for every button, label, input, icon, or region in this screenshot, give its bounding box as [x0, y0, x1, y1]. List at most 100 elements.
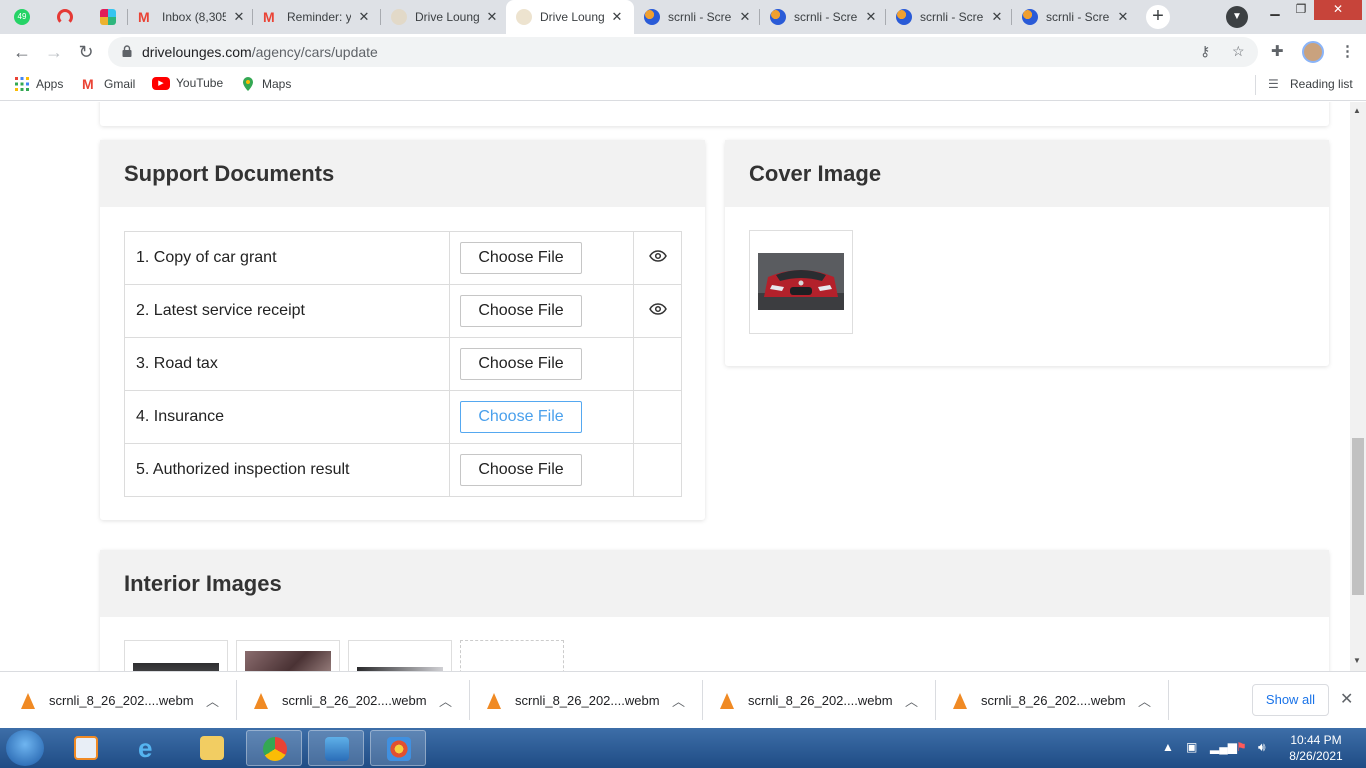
internet-explorer-icon: e — [138, 733, 153, 763]
back-button[interactable]: ← — [10, 40, 34, 64]
close-icon[interactable]: ✕ — [1340, 689, 1353, 709]
interior-images-card: Interior Images — [100, 550, 1329, 671]
new-tab-button[interactable]: + — [1146, 5, 1170, 29]
scroll-up-icon[interactable]: ▲ — [1353, 106, 1361, 115]
chevron-up-icon[interactable]: ︿ — [1138, 691, 1151, 710]
reading-list-icon: ☰ — [1268, 77, 1279, 91]
cover-image-card: Cover Image — [725, 140, 1329, 366]
scroll-down-icon[interactable]: ▼ — [1353, 656, 1361, 665]
document-label: 1. Copy of car grant — [124, 231, 450, 285]
tab-scrnli-3[interactable]: scrnli - Scre ✕ — [886, 0, 1011, 34]
download-item[interactable]: scrnli_8_26_202....webm ︿ — [0, 672, 233, 729]
choose-file-button[interactable]: Choose File — [460, 401, 582, 433]
taskbar-clock[interactable]: 10:44 PM 8/26/2021 — [1282, 732, 1350, 764]
minimize-button[interactable]: ▁ — [1262, 0, 1288, 20]
bookmark-youtube[interactable]: ▶ YouTube — [152, 76, 223, 90]
network-icon[interactable]: ▂▄▆ — [1210, 740, 1237, 754]
taskbar-chart-app[interactable] — [308, 730, 364, 766]
support-documents-card: Support Documents 1. Copy of car grant C… — [100, 140, 705, 520]
tab-scrnli-4[interactable]: scrnli - Scre ✕ — [1012, 0, 1137, 34]
key-icon[interactable]: ⚷ — [1200, 43, 1210, 60]
tab-scrnli-1[interactable]: scrnli - Scre ✕ — [634, 0, 759, 34]
tab-search-icon[interactable]: ▼ — [1226, 6, 1248, 28]
previous-card — [100, 102, 1329, 126]
tab-pinned-2[interactable] — [43, 0, 85, 34]
taskbar-file-explorer[interactable] — [184, 730, 240, 766]
start-button[interactable] — [6, 730, 44, 766]
maximize-button[interactable]: ❐ — [1288, 0, 1314, 20]
drive-lounges-icon — [391, 9, 407, 25]
forward-button[interactable]: → — [42, 40, 66, 64]
table-row: 5. Authorized inspection result Choose F… — [124, 443, 682, 497]
tab-reminder[interactable]: M Reminder: y ✕ — [253, 0, 379, 34]
tab-whatsapp[interactable]: 49 — [0, 0, 42, 34]
page-scrollbar[interactable]: ▲ ▼ — [1350, 102, 1366, 671]
close-icon[interactable]: ✕ — [738, 9, 752, 25]
windows-taskbar: e ▲ ▣ ▂▄▆ ⚑ 🔊︎ 10:44 PM 8/26/2021 — [0, 728, 1366, 768]
lock-icon — [122, 45, 132, 57]
taskbar-media-player[interactable] — [58, 730, 114, 766]
tab-drive-lounges-active[interactable]: Drive Loung ✕ — [506, 0, 634, 34]
interior-image-thumbnail[interactable] — [236, 640, 340, 671]
choose-file-button[interactable]: Choose File — [460, 454, 582, 486]
download-filename: scrnli_8_26_202....webm — [515, 693, 660, 708]
tab-inbox[interactable]: M Inbox (8,305 ✕ — [128, 0, 252, 34]
window-close-button[interactable]: ✕ — [1314, 0, 1362, 20]
bookmark-apps[interactable]: Apps — [14, 76, 63, 92]
eye-icon[interactable] — [648, 250, 667, 262]
choose-file-button[interactable]: Choose File — [460, 348, 582, 380]
interior-image-thumbnail[interactable] — [348, 640, 452, 671]
show-hidden-icons[interactable]: ▲ — [1162, 740, 1174, 754]
address-bar[interactable]: drivelounges.com/agency/cars/update ⚷ ☆ — [108, 37, 1258, 67]
flag-icon[interactable]: ⚑ — [1236, 740, 1247, 754]
bookmark-maps[interactable]: Maps — [240, 76, 291, 92]
tab-drive-lounges-1[interactable]: Drive Loung ✕ — [381, 0, 506, 34]
tab-title: Inbox (8,305 — [162, 10, 226, 24]
scroll-thumb[interactable] — [1352, 438, 1364, 595]
scrnli-icon — [644, 9, 660, 25]
add-image-slot[interactable] — [460, 640, 564, 671]
eye-icon[interactable] — [648, 303, 667, 315]
empty-cell — [633, 443, 682, 497]
download-filename: scrnli_8_26_202....webm — [49, 693, 194, 708]
chevron-up-icon[interactable]: ︿ — [672, 691, 685, 710]
taskbar-internet-explorer[interactable]: e — [122, 730, 178, 766]
close-icon[interactable]: ✕ — [485, 9, 499, 25]
menu-icon[interactable]: ⋮ — [1340, 42, 1355, 60]
close-icon[interactable]: ✕ — [232, 9, 246, 25]
cover-image-thumbnail[interactable] — [749, 230, 853, 334]
interior-image-thumbnail[interactable] — [124, 640, 228, 671]
download-item[interactable]: scrnli_8_26_202....webm ︿ — [932, 672, 1165, 729]
star-icon[interactable]: ☆ — [1232, 43, 1245, 60]
chevron-up-icon[interactable]: ︿ — [439, 691, 452, 710]
choose-file-button[interactable]: Choose File — [460, 242, 582, 274]
close-icon[interactable]: ✕ — [610, 9, 624, 25]
bookmark-label: Gmail — [104, 77, 136, 91]
reading-list[interactable]: ☰ Reading list — [1268, 76, 1353, 92]
taskbar-paint[interactable] — [370, 730, 426, 766]
download-item[interactable]: scrnli_8_26_202....webm ︿ — [466, 672, 699, 729]
extensions-icon[interactable]: ✚ — [1271, 42, 1284, 60]
download-item[interactable]: scrnli_8_26_202....webm ︿ — [233, 672, 466, 729]
volume-icon[interactable]: 🔊︎ — [1258, 740, 1266, 755]
bookmark-gmail[interactable]: M Gmail — [82, 76, 135, 92]
choose-file-button[interactable]: Choose File — [460, 295, 582, 327]
show-all-button[interactable]: Show all — [1252, 684, 1329, 716]
close-icon[interactable]: ✕ — [864, 9, 878, 25]
tab-title: Drive Loung — [415, 10, 479, 24]
device-icon[interactable]: ▣ — [1186, 740, 1197, 754]
folder-icon — [200, 736, 224, 760]
card-title: Support Documents — [100, 140, 705, 207]
documents-table: 1. Copy of car grant Choose File 2. Late… — [124, 231, 682, 497]
close-icon[interactable]: ✕ — [357, 9, 371, 25]
close-icon[interactable]: ✕ — [990, 9, 1004, 25]
avatar[interactable] — [1302, 41, 1324, 63]
taskbar-chrome[interactable] — [246, 730, 302, 766]
download-item[interactable]: scrnli_8_26_202....webm ︿ — [699, 672, 932, 729]
reload-button[interactable]: ↻ — [74, 40, 98, 64]
close-icon[interactable]: ✕ — [1116, 9, 1130, 25]
chevron-up-icon[interactable]: ︿ — [206, 691, 219, 710]
chevron-up-icon[interactable]: ︿ — [905, 691, 918, 710]
tab-slack[interactable] — [86, 0, 126, 34]
tab-scrnli-2[interactable]: scrnli - Scre ✕ — [760, 0, 885, 34]
